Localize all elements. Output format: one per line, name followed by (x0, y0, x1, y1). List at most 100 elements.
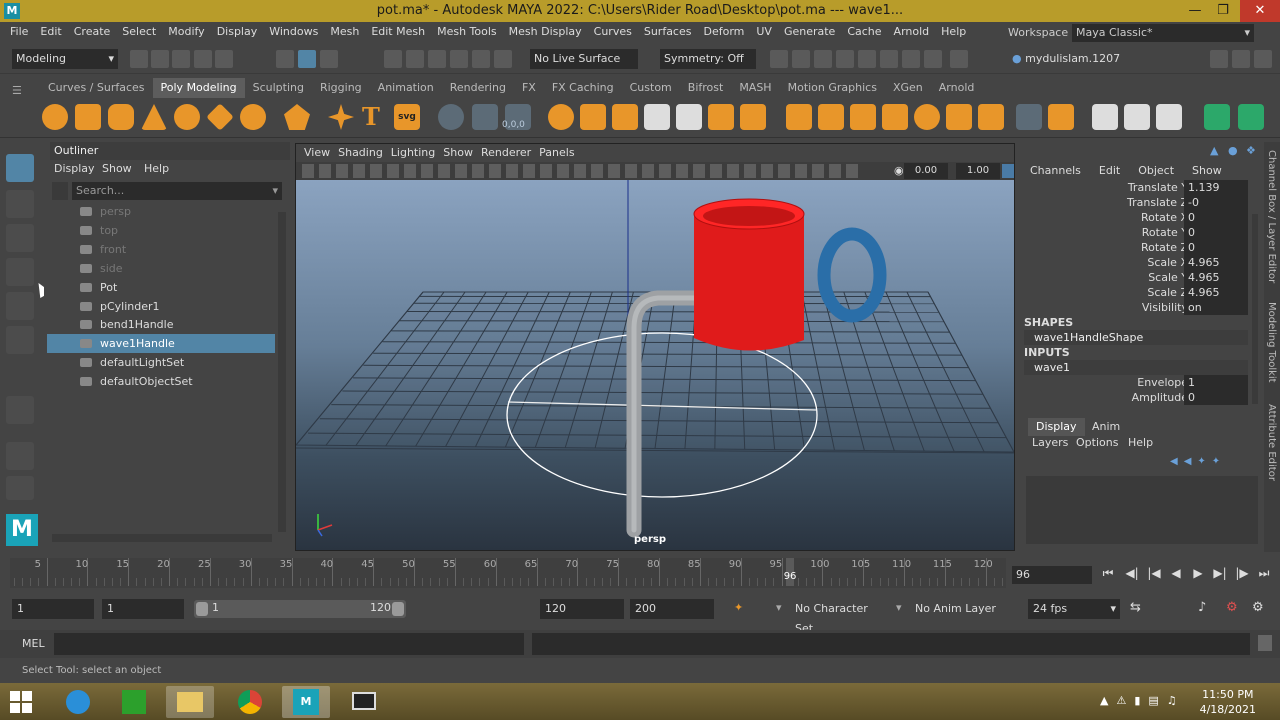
sweep-mesh-icon[interactable] (438, 104, 464, 130)
attribute-value[interactable]: 0 (1184, 240, 1248, 255)
extract-icon[interactable] (612, 104, 638, 130)
attribute-value[interactable]: 0 (1184, 390, 1248, 405)
go-to-start-icon[interactable]: ⏮ (1100, 565, 1116, 581)
attribute-value[interactable]: 1 (1184, 375, 1248, 390)
near-clip-field[interactable]: 0.00 (904, 163, 948, 179)
move-tool-icon[interactable] (6, 258, 34, 286)
attribute-editor-icon[interactable]: ● (1228, 144, 1242, 158)
open-scene-icon[interactable] (151, 50, 169, 68)
system-tray-icons[interactable]: ▲⚠▮▤♫ (1100, 694, 1185, 707)
outliner-item[interactable]: defaultLightSet (78, 353, 312, 372)
scale-tool-icon[interactable] (6, 326, 34, 354)
attribute-value[interactable]: on (1184, 300, 1248, 315)
step-forward-frame-icon[interactable]: ▶| (1212, 565, 1228, 581)
shelf-menu-icon[interactable]: ☰ (12, 84, 26, 98)
select-hierarchy-icon[interactable] (276, 50, 294, 68)
poke-icon[interactable] (978, 104, 1004, 130)
viewport-menu-show[interactable]: Show (439, 146, 477, 159)
menu-modify[interactable]: Modify (162, 22, 210, 42)
attribute-value[interactable]: 0 (1184, 225, 1248, 240)
outliner-item[interactable]: front (78, 240, 312, 259)
mirror-icon[interactable] (708, 104, 734, 130)
character-set-icon[interactable]: ▾ (776, 601, 782, 614)
viewport-menu-renderer[interactable]: Renderer (477, 146, 535, 159)
menu-select[interactable]: Select (116, 22, 162, 42)
viewport-menu-shading[interactable]: Shading (334, 146, 387, 159)
wedge-icon[interactable] (946, 104, 972, 130)
fps-select[interactable]: 24 fps ▾ (1028, 599, 1120, 619)
outliner-menu-display[interactable]: Display (54, 162, 95, 175)
close-icon[interactable]: ✕ (1240, 0, 1280, 22)
bridge-icon[interactable] (818, 104, 844, 130)
smooth-icon[interactable] (644, 104, 670, 130)
shelf-tab-fx-caching[interactable]: FX Caching (544, 78, 622, 98)
outliner-item[interactable]: wave1Handle (47, 334, 275, 354)
menu-generate[interactable]: Generate (778, 22, 841, 42)
uv-editor-icon[interactable] (1204, 104, 1230, 130)
select-component-icon[interactable] (320, 50, 338, 68)
toggle-panel-icon[interactable] (1210, 50, 1228, 68)
anim-layer-icon[interactable]: ▾ (896, 601, 902, 614)
outliner-item[interactable]: bend1Handle (78, 315, 312, 334)
outliner-scrollbar[interactable] (278, 212, 286, 532)
attribute-value[interactable]: 1.139 (1184, 180, 1248, 195)
channel-box-scrollbar[interactable] (1252, 214, 1258, 404)
menu-mesh[interactable]: Mesh (324, 22, 365, 42)
outliner-menu-show[interactable]: Show (102, 162, 132, 175)
select-object-icon[interactable] (298, 50, 316, 68)
tool-settings-icon[interactable]: ❖ (1246, 144, 1260, 158)
attribute-row[interactable]: Rotate Z0 (1020, 240, 1264, 255)
viewport-menu-lighting[interactable]: Lighting (387, 146, 439, 159)
file-explorer-icon[interactable] (166, 686, 214, 718)
loop-icon[interactable]: ⇆ (1130, 600, 1141, 615)
render-view-icon[interactable] (902, 50, 920, 68)
poly-cone-icon[interactable] (141, 104, 167, 130)
snap-rotate-icon[interactable] (494, 50, 512, 68)
layer-action-icons[interactable]: ◀◀✦✦ (1170, 456, 1260, 468)
pause-icon[interactable] (950, 50, 968, 68)
lasso-tool-icon[interactable] (6, 190, 34, 218)
snap-view-icon[interactable] (450, 50, 468, 68)
screen-recorder-icon[interactable] (340, 686, 388, 718)
attribute-row[interactable]: Scale X 4.965 (1020, 255, 1264, 270)
shelf-tab-animation[interactable]: Animation (370, 78, 442, 98)
attribute-value[interactable]: 4.965 (1184, 270, 1248, 285)
shelf-tab-poly-modeling[interactable]: Poly Modeling (152, 78, 245, 98)
shape-node[interactable]: wave1HandleShape (1024, 330, 1248, 345)
render-icon[interactable] (792, 50, 810, 68)
type-tool-icon[interactable]: T (362, 102, 384, 131)
hypershade-icon[interactable] (858, 50, 876, 68)
range-end-handle[interactable] (392, 602, 404, 616)
live-surface-field[interactable]: No Live Surface (530, 49, 638, 69)
playblast-icon[interactable] (924, 50, 942, 68)
outliner-item[interactable]: top (78, 221, 312, 240)
save-scene-icon[interactable] (172, 50, 190, 68)
shelf-tab-custom[interactable]: Custom (622, 78, 680, 98)
windows-start-icon[interactable] (10, 691, 32, 713)
ipr-render-icon[interactable] (814, 50, 832, 68)
time-slider[interactable]: 5 10 15 20 25 30 35 40 45 50 55 60 65 70 75 80 85 90 95 100… (10, 558, 1006, 588)
snap-point-icon[interactable] (428, 50, 446, 68)
append-polygon-icon[interactable] (914, 104, 940, 130)
redo-icon[interactable] (215, 50, 233, 68)
shelf-tab-fx[interactable]: FX (514, 78, 544, 98)
attribute-row[interactable]: Amplitude 0 (1020, 390, 1264, 405)
render-settings-icon[interactable] (836, 50, 854, 68)
attribute-value[interactable]: 4.965 (1184, 285, 1248, 300)
maya-home-icon[interactable]: M (6, 514, 38, 546)
shelf-tab-curves-surfaces[interactable]: Curves / Surfaces (40, 78, 153, 98)
arnold-render-icon[interactable] (880, 50, 898, 68)
viewport-tool-icons[interactable] (302, 164, 862, 178)
shelf-tab-arnold[interactable]: Arnold (931, 78, 983, 98)
viewport-canvas[interactable]: persp (296, 180, 1014, 550)
script-editor-icon[interactable] (1258, 635, 1272, 651)
menu-deform[interactable]: Deform (697, 22, 750, 42)
shelf-tab-sculpting[interactable]: Sculpting (245, 78, 312, 98)
shelf-tab-rendering[interactable]: Rendering (442, 78, 514, 98)
menu-mesh-tools[interactable]: Mesh Tools (431, 22, 503, 42)
show-manipulator-icon[interactable] (6, 396, 34, 424)
channel-menu-object[interactable]: Object (1138, 164, 1174, 177)
layer-menu-options[interactable]: Options (1076, 436, 1118, 449)
menu-edit-mesh[interactable]: Edit Mesh (365, 22, 431, 42)
four-view-layout-icon[interactable] (6, 476, 34, 500)
